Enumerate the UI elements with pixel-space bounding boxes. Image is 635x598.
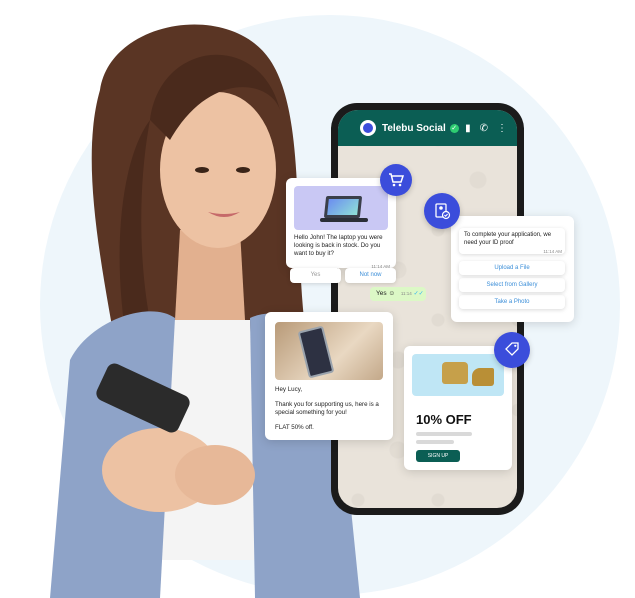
not-now-button[interactable]: Not now xyxy=(345,268,396,283)
accessories-image xyxy=(412,354,504,396)
shoe-icon xyxy=(472,368,494,386)
placeholder-line xyxy=(416,440,454,444)
handbag-icon xyxy=(442,362,468,384)
promo-message-card: Hey Lucy, Thank you for supporting us, h… xyxy=(265,312,393,440)
upload-file-button[interactable]: Upload a File xyxy=(459,261,565,275)
yes-reply-bubble: Yes ☺ 11:14 ✓✓ xyxy=(370,287,426,301)
id-card-icon xyxy=(435,203,451,220)
promo-greeting: Hey Lucy, xyxy=(275,386,303,393)
shopping-cart-badge xyxy=(380,164,412,196)
take-photo-button[interactable]: Take a Photo xyxy=(459,295,565,309)
header-actions: ▮ ✆ ⋮ xyxy=(465,123,507,134)
promo-offer: FLAT 50% off. xyxy=(275,424,314,431)
verified-icon: ✓ xyxy=(449,123,459,133)
id-proof-time: 11:14 AM xyxy=(543,249,562,254)
folding-phone-icon xyxy=(297,325,335,379)
laptop-image xyxy=(294,186,388,230)
discount-card: 10% OFF SIGN UP xyxy=(404,346,512,470)
app-avatar[interactable] xyxy=(360,120,376,136)
sign-up-button[interactable]: SIGN UP xyxy=(416,450,460,462)
reply-text: Yes xyxy=(376,290,387,297)
discount-title: 10% OFF xyxy=(416,412,472,427)
woman-illustration xyxy=(50,24,360,598)
quick-reply-row: Yes Not now xyxy=(290,268,396,283)
laptop-message-card: Hello John! The laptop you were looking … xyxy=(286,178,396,269)
promo-text: Hey Lucy, Thank you for supporting us, h… xyxy=(275,386,387,432)
discount-tag-badge xyxy=(494,332,530,368)
yes-button[interactable]: Yes xyxy=(290,268,341,283)
app-name: Telebu Social xyxy=(382,122,446,134)
laptop-message-text: Hello John! The laptop you were looking … xyxy=(294,234,383,257)
laptop-base xyxy=(320,218,368,222)
id-proof-card: To complete your application, we need yo… xyxy=(451,216,574,322)
promo-image xyxy=(275,322,383,380)
select-gallery-button[interactable]: Select from Gallery xyxy=(459,278,565,292)
phone-call-icon[interactable]: ✆ xyxy=(480,123,488,134)
price-tag-icon xyxy=(505,342,519,356)
chat-header: Telebu Social ✓ ▮ ✆ ⋮ xyxy=(338,110,517,146)
read-ticks-icon: ✓✓ xyxy=(413,291,424,297)
more-options-icon[interactable]: ⋮ xyxy=(497,123,507,134)
promo-body: Thank you for supporting us, here is a s… xyxy=(275,401,379,416)
placeholder-line xyxy=(416,432,472,436)
shopping-cart-icon xyxy=(389,173,404,187)
video-call-icon[interactable]: ▮ xyxy=(465,123,471,134)
avatar-icon xyxy=(363,123,373,133)
marketing-illustration: Telebu Social ✓ ▮ ✆ ⋮ Hello John! The la… xyxy=(0,0,635,598)
smile-icon: ☺ xyxy=(388,290,396,297)
id-card-badge xyxy=(424,193,460,229)
reply-time: 11:14 xyxy=(400,291,412,296)
laptop-icon xyxy=(323,196,363,218)
